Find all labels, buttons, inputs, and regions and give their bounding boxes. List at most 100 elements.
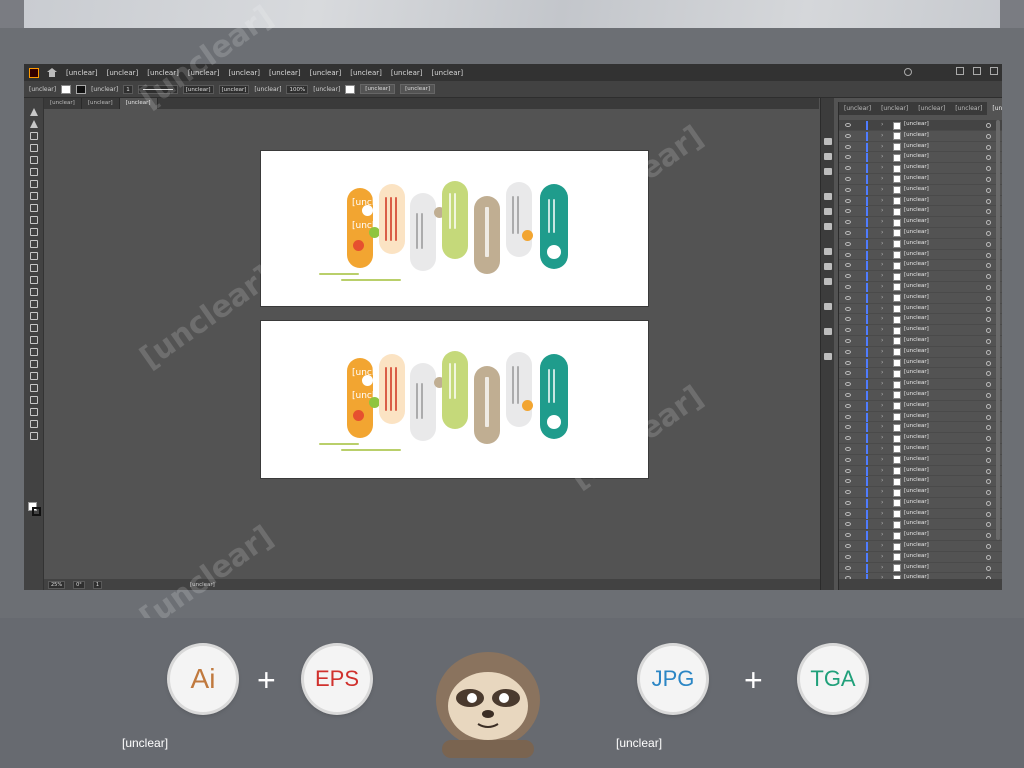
layer-row[interactable]: › [unclear] <box>839 152 1002 164</box>
expand-chevron-icon[interactable]: › <box>881 251 883 258</box>
layer-row[interactable]: › [unclear] <box>839 163 1002 174</box>
visibility-eye-icon[interactable] <box>845 446 851 451</box>
layer-row[interactable]: › [unclear] <box>839 228 1002 239</box>
target-circle-icon[interactable] <box>986 317 991 323</box>
expand-chevron-icon[interactable]: › <box>881 240 883 247</box>
visibility-eye-icon[interactable] <box>845 533 851 538</box>
visibility-eye-icon[interactable] <box>845 230 851 235</box>
target-circle-icon[interactable] <box>986 123 991 128</box>
artboard-2[interactable]: [unclear] [unclear] <box>261 321 648 478</box>
expand-chevron-icon[interactable]: › <box>881 315 883 322</box>
visibility-eye-icon[interactable] <box>845 490 851 495</box>
layer-row[interactable]: › [unclear] <box>839 206 1002 218</box>
color-icon[interactable] <box>824 168 832 175</box>
visibility-eye-icon[interactable] <box>845 522 851 527</box>
zoom-field[interactable]: 25% <box>48 580 66 589</box>
layer-row[interactable]: › [unclear] <box>839 271 1002 282</box>
expand-chevron-icon[interactable]: › <box>881 164 883 171</box>
target-circle-icon[interactable] <box>986 544 991 550</box>
target-circle-icon[interactable] <box>986 392 991 398</box>
target-circle-icon[interactable] <box>986 349 991 355</box>
scale-tool-icon[interactable] <box>30 264 38 272</box>
target-circle-icon[interactable] <box>986 533 991 539</box>
shape-builder-tool-icon[interactable] <box>30 300 38 308</box>
target-circle-icon[interactable] <box>986 436 991 442</box>
target-circle-icon[interactable] <box>986 446 991 452</box>
free-transform-tool-icon[interactable] <box>30 288 38 296</box>
visibility-eye-icon[interactable] <box>845 123 851 127</box>
panel-tab[interactable]: [unclear] <box>876 105 913 112</box>
visibility-eye-icon[interactable] <box>845 198 851 203</box>
panel-tab-layers[interactable]: [unclear] <box>987 102 1002 115</box>
visibility-eye-icon[interactable] <box>845 565 851 570</box>
expand-chevron-icon[interactable]: › <box>881 283 883 290</box>
expand-chevron-icon[interactable]: › <box>881 294 883 301</box>
expand-chevron-icon[interactable]: › <box>881 121 883 128</box>
eraser-tool-icon[interactable] <box>30 240 38 248</box>
stroke-icon[interactable] <box>824 248 832 255</box>
visibility-eye-icon[interactable] <box>845 544 851 549</box>
gradient-icon[interactable] <box>824 263 832 270</box>
layer-row[interactable]: › [unclear] <box>839 412 1002 423</box>
perspective-grid-tool-icon[interactable] <box>30 312 38 320</box>
layer-row[interactable]: › [unclear] <box>839 314 1002 326</box>
layer-row[interactable]: › [unclear] <box>839 390 1002 401</box>
expand-chevron-icon[interactable]: › <box>881 402 883 409</box>
profile-select[interactable]: [unclear] <box>182 84 214 94</box>
expand-chevron-icon[interactable]: › <box>881 326 883 333</box>
layer-row[interactable]: › [unclear] <box>839 519 1002 531</box>
target-circle-icon[interactable] <box>986 468 991 474</box>
visibility-eye-icon[interactable] <box>845 166 851 171</box>
visibility-eye-icon[interactable] <box>845 371 851 376</box>
expand-chevron-icon[interactable]: › <box>881 531 883 538</box>
graphic-styles-icon[interactable] <box>824 223 832 230</box>
expand-chevron-icon[interactable]: › <box>881 369 883 376</box>
target-circle-icon[interactable] <box>986 220 991 226</box>
layer-row[interactable]: › [unclear] <box>839 347 1002 358</box>
layer-row[interactable]: › [unclear] <box>839 217 1002 228</box>
preferences-button[interactable]: [unclear] <box>400 84 435 94</box>
paintbrush-tool-icon[interactable] <box>30 216 38 224</box>
layer-row[interactable]: › [unclear] <box>839 250 1002 261</box>
target-circle-icon[interactable] <box>986 133 991 139</box>
visibility-eye-icon[interactable] <box>845 479 851 484</box>
home-icon[interactable] <box>47 68 57 77</box>
layer-row[interactable]: › [unclear] <box>839 304 1002 315</box>
layer-row[interactable]: › [unclear] <box>839 185 1002 196</box>
expand-chevron-icon[interactable]: › <box>881 564 883 571</box>
layer-row[interactable]: › [unclear] <box>839 552 1002 563</box>
target-circle-icon[interactable] <box>986 252 991 258</box>
expand-chevron-icon[interactable]: › <box>881 305 883 312</box>
visibility-eye-icon[interactable] <box>845 360 851 365</box>
zoom-tool-icon[interactable] <box>30 432 38 440</box>
libraries-icon[interactable] <box>824 153 832 160</box>
expand-chevron-icon[interactable]: › <box>881 218 883 225</box>
layer-row[interactable]: › [unclear] <box>839 401 1002 412</box>
visibility-eye-icon[interactable] <box>845 457 851 462</box>
expand-chevron-icon[interactable]: › <box>881 348 883 355</box>
menu-edit[interactable]: [unclear] <box>107 69 139 77</box>
target-circle-icon[interactable] <box>986 382 991 388</box>
layer-row[interactable]: › [unclear] <box>839 325 1002 336</box>
stroke-weight-field[interactable]: 1 <box>123 84 133 94</box>
expand-chevron-icon[interactable]: › <box>881 359 883 366</box>
fill-swatch[interactable] <box>61 84 72 94</box>
target-circle-icon[interactable] <box>986 241 991 247</box>
expand-chevron-icon[interactable]: › <box>881 477 883 484</box>
doc-tab[interactable]: [unclear] <box>44 98 82 109</box>
menu-help[interactable]: [unclear] <box>391 69 423 77</box>
expand-chevron-icon[interactable]: › <box>881 175 883 182</box>
artboard-tool-icon[interactable] <box>30 396 38 404</box>
expand-chevron-icon[interactable]: › <box>881 413 883 420</box>
visibility-eye-icon[interactable] <box>845 144 851 149</box>
export-icon[interactable] <box>824 353 832 360</box>
blend-tool-icon[interactable] <box>30 360 38 368</box>
expand-chevron-icon[interactable]: › <box>881 272 883 279</box>
layer-row[interactable]: › [unclear] <box>839 282 1002 293</box>
target-circle-icon[interactable] <box>986 187 991 193</box>
variable-width-profile[interactable] <box>137 84 178 94</box>
line-tool-icon[interactable] <box>30 192 38 200</box>
visibility-eye-icon[interactable] <box>845 436 851 441</box>
target-circle-icon[interactable] <box>986 425 991 431</box>
visibility-eye-icon[interactable] <box>845 187 851 192</box>
